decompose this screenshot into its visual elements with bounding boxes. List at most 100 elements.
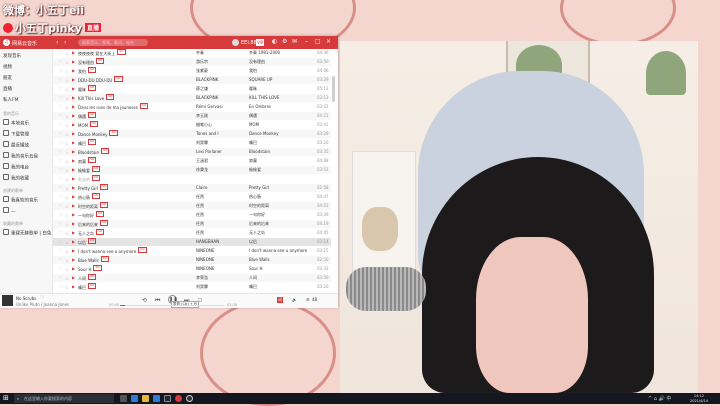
mv-icon[interactable]: ▶ [72, 67, 75, 75]
sidebar-item[interactable]: 重建无聊歌单 | 白兔 [3, 229, 51, 237]
avatar[interactable] [232, 39, 239, 46]
download-icon[interactable]: ⤓ [66, 202, 68, 210]
heart-icon[interactable]: ♡ [59, 247, 63, 255]
download-icon[interactable]: ⤓ [66, 256, 68, 264]
like-icon[interactable]: ♡ [40, 295, 44, 301]
heart-icon[interactable]: ♡ [59, 157, 63, 165]
steam-icon[interactable] [164, 395, 171, 402]
heart-icon[interactable]: ♡ [59, 103, 63, 111]
heart-icon[interactable]: ♡ [59, 121, 63, 129]
mv-icon[interactable]: ▶ [72, 274, 75, 282]
heart-icon[interactable]: ♡ [59, 139, 63, 147]
download-icon[interactable]: ⤓ [66, 238, 68, 246]
mv-icon[interactable]: ▶ [72, 175, 75, 183]
track-row[interactable]: ♡ ⤓ ▶ 偶遇 SQ 李玉刚 偶遇 04:21 [53, 112, 331, 120]
mv-icon[interactable]: ▶ [72, 202, 75, 210]
skin-icon[interactable]: ◐ [272, 38, 277, 45]
now-playing-title[interactable]: No Scrubs [16, 296, 36, 301]
track-row[interactable]: ♡ ⤓ ▶ 后来的后来 SQ 任然 后来的后来 04:19 [53, 220, 331, 228]
download-icon[interactable]: ⤓ [66, 265, 68, 273]
track-row[interactable]: ♡ ⤓ ▶ 偷偷爱 SQ 徐秉龙 偷偷爱 03:51 [53, 166, 331, 174]
track-list-scrollbar[interactable] [332, 76, 335, 102]
heart-icon[interactable]: ♡ [59, 58, 63, 66]
heart-icon[interactable]: ♡ [59, 85, 63, 93]
sidebar-item[interactable]: 私人FM [3, 97, 18, 103]
download-icon[interactable]: ⤓ [66, 76, 68, 84]
heart-icon[interactable]: ♡ [59, 238, 63, 246]
track-row[interactable]: ♡ ⤓ ▶ 人间 SQ 李荣浩 人间 03:59 [53, 274, 331, 282]
sidebar-item[interactable]: 朋友 [3, 75, 12, 81]
album-cover[interactable] [2, 295, 13, 306]
mv-icon[interactable]: ▶ [72, 184, 75, 192]
lyrics-button[interactable]: 词 [277, 297, 283, 303]
download-icon[interactable]: ⤓ [66, 184, 68, 192]
heart-icon[interactable]: ♡ [59, 229, 63, 237]
track-row[interactable]: ♡ ⤓ ▶ 我怕 SQ 张紫豪 我怕 04:06 [53, 67, 331, 75]
play-mode-icon[interactable]: ⟲ [142, 297, 147, 304]
heart-icon[interactable]: ♡ [59, 283, 63, 291]
mv-icon[interactable]: ▶ [72, 229, 75, 237]
heart-icon[interactable]: ♡ [59, 193, 63, 201]
sidebar-item[interactable]: 最近播放 [3, 141, 29, 149]
download-icon[interactable]: ⤓ [66, 67, 68, 75]
download-icon[interactable]: ⤓ [66, 94, 68, 102]
heart-icon[interactable]: ♡ [59, 112, 63, 120]
heart-icon[interactable]: ♡ [59, 274, 63, 282]
search-input[interactable]: 搜索音乐，视频，歌词，电台 [78, 39, 148, 46]
mv-icon[interactable]: ▶ [72, 139, 75, 147]
download-icon[interactable]: ⤓ [66, 103, 68, 111]
mv-icon[interactable]: ▶ [72, 76, 75, 84]
mv-icon[interactable]: ▶ [72, 58, 75, 66]
sidebar-item[interactable]: 视频 [3, 64, 12, 70]
heart-icon[interactable]: ♡ [59, 220, 63, 228]
download-icon[interactable]: ⤓ [66, 58, 68, 66]
sidebar-item[interactable]: 本地音乐 [3, 119, 29, 127]
taskbar-search-input[interactable]: 在这里输入你要搜索的内容 [14, 394, 114, 403]
track-row[interactable]: ♡ ⤓ ▶ Pretty Girl SQ Clairo Pretty Girl 02:58 [53, 184, 331, 192]
forward-icon[interactable]: › [64, 39, 71, 46]
username[interactable]: EEI.88 [241, 40, 257, 46]
mv-icon[interactable]: ▶ [72, 247, 75, 255]
file-explorer-icon[interactable] [142, 395, 149, 402]
track-row[interactable]: ♡ ⤓ ▶ Bloodstain SQ Lexi Parlaner Bloodstain 03… [53, 148, 331, 156]
netease-music-icon[interactable] [175, 395, 182, 402]
progress-bar[interactable] [120, 305, 224, 306]
mv-icon[interactable]: ▶ [72, 121, 75, 129]
volume-icon[interactable]: 🔈 [292, 297, 297, 302]
obs-icon[interactable] [186, 395, 193, 402]
download-icon[interactable]: ⤓ [66, 229, 68, 237]
close-icon[interactable]: × [326, 38, 331, 45]
download-icon[interactable]: ⤓ [66, 283, 68, 291]
track-row[interactable]: ♡ ⤓ ▶ Sour H SQ NINEONE Sour H 03:33 [53, 265, 331, 273]
download-icon[interactable]: ⤓ [66, 175, 68, 183]
download-icon[interactable]: ⤓ [66, 274, 68, 282]
mv-icon[interactable]: ▶ [72, 112, 75, 120]
heart-icon[interactable]: ♡ [59, 166, 63, 174]
store-icon[interactable] [153, 395, 160, 402]
track-row[interactable]: ♡ ⤓ ▶ Kill This Love SQ BLACKPINK KILL THIS LO… [53, 94, 331, 102]
back-icon[interactable]: ‹ [56, 39, 63, 46]
track-row[interactable]: ♡ ⤓ ▶ 暧昧 SQ 薛之谦 暧昧 05:12 [53, 85, 331, 93]
mv-icon[interactable]: ▶ [72, 130, 75, 138]
mv-icon[interactable]: ▶ [72, 265, 75, 273]
download-icon[interactable]: ⤓ [66, 139, 68, 147]
mv-icon[interactable]: ▶ [72, 148, 75, 156]
track-row[interactable]: ♡ ⤓ ▶ 无人之岛 SQ 任然 无人之岛 04:45 [53, 229, 331, 237]
track-row[interactable]: ♡ ⤓ ▶ 以后 SQ HANGEHAN 以后 03:14 [53, 238, 331, 246]
mail-icon[interactable]: ✉ [292, 38, 297, 45]
track-row[interactable]: ♡ ⤓ ▶ 一句你好 SQ 任然 一句你好 03:39 [53, 211, 331, 219]
task-view-icon[interactable] [120, 395, 127, 402]
download-icon[interactable]: ⤓ [66, 112, 68, 120]
sidebar-item[interactable]: 发现音乐 [3, 53, 21, 59]
track-row[interactable]: ♡ ⤓ ▶ 嘴巴 SQ 刘昊霖 嘴巴 03:20 [53, 283, 331, 291]
mv-icon[interactable]: ▶ [72, 157, 75, 165]
heart-icon[interactable]: ♡ [59, 184, 63, 192]
track-row[interactable]: ♡ ⤓ ▶ MOM SQ 蜡笔小心 MOM 03:41 [53, 121, 331, 129]
download-icon[interactable]: ⤓ [66, 247, 68, 255]
download-icon[interactable]: ⤓ [66, 130, 68, 138]
heart-icon[interactable]: ♡ [59, 265, 63, 273]
heart-icon[interactable]: ♡ [59, 67, 63, 75]
mv-icon[interactable]: ▶ [72, 103, 75, 111]
track-row[interactable]: ♡ ⤓ ▶ 没有理由 SQ 游乐宗 没有理由 03:50 [53, 58, 331, 66]
track-row[interactable]: ♡ ⤓ ▶ 时空的距离 SQ 任然 时空的距离 04:03 [53, 202, 331, 210]
